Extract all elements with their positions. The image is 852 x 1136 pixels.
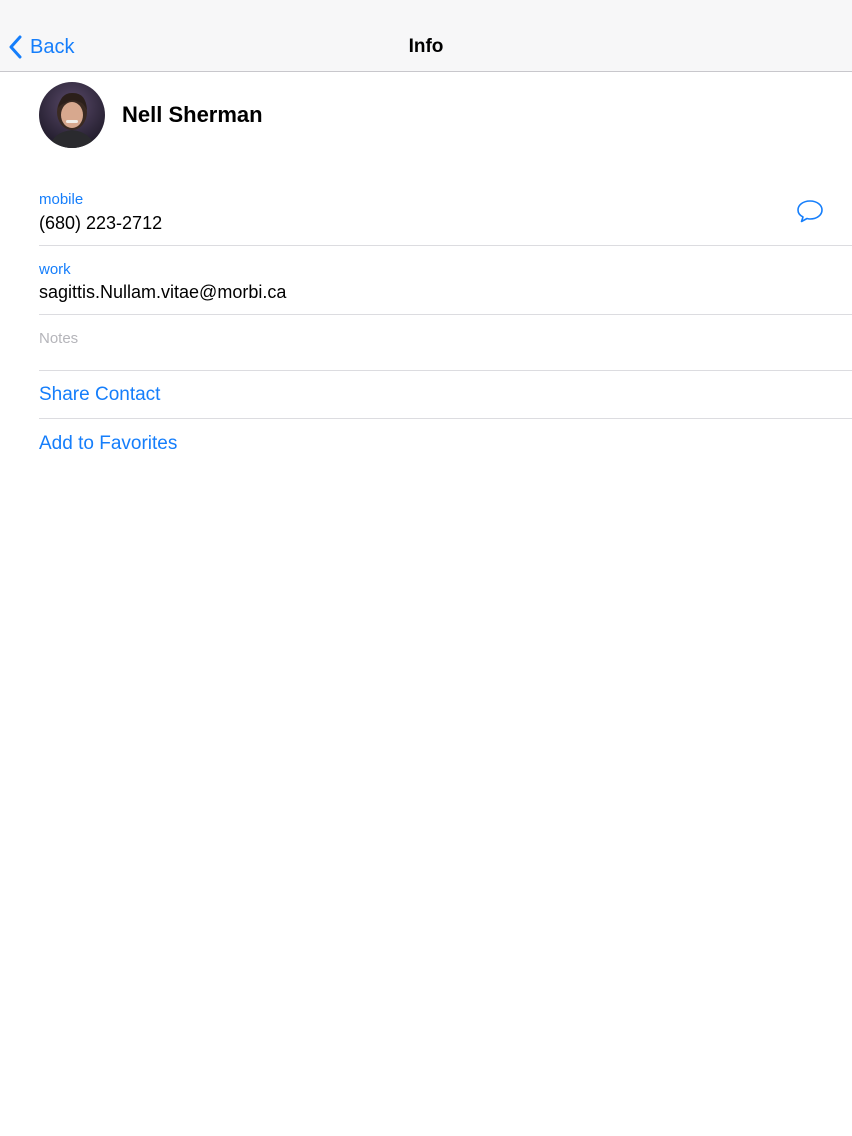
message-bubble-icon[interactable] bbox=[796, 198, 824, 224]
contact-photo bbox=[39, 82, 105, 148]
mobile-field-row[interactable]: mobile (680) 223-2712 bbox=[39, 184, 852, 246]
notes-placeholder: Notes bbox=[39, 330, 79, 347]
add-to-favorites-button[interactable]: Add to Favorites bbox=[39, 432, 177, 456]
contact-header: Nell Sherman bbox=[0, 72, 852, 172]
avatar bbox=[39, 82, 105, 148]
share-contact-row[interactable]: Share Contact bbox=[39, 371, 852, 419]
navigation-bar: Back Info bbox=[0, 0, 852, 72]
add-to-favorites-row[interactable]: Add to Favorites bbox=[39, 419, 852, 469]
work-email-value[interactable]: sagittis.Nullam.vitae@morbi.ca bbox=[39, 280, 286, 304]
work-label: work bbox=[39, 261, 71, 278]
mobile-label: mobile bbox=[39, 191, 84, 208]
mobile-value[interactable]: (680) 223-2712 bbox=[39, 211, 162, 235]
notes-field[interactable]: Notes bbox=[39, 315, 852, 371]
page-title: Info bbox=[408, 36, 444, 57]
work-email-field-row[interactable]: work sagittis.Nullam.vitae@morbi.ca bbox=[39, 246, 852, 315]
contact-name: Nell Sherman bbox=[122, 102, 263, 127]
share-contact-button[interactable]: Share Contact bbox=[39, 383, 160, 407]
